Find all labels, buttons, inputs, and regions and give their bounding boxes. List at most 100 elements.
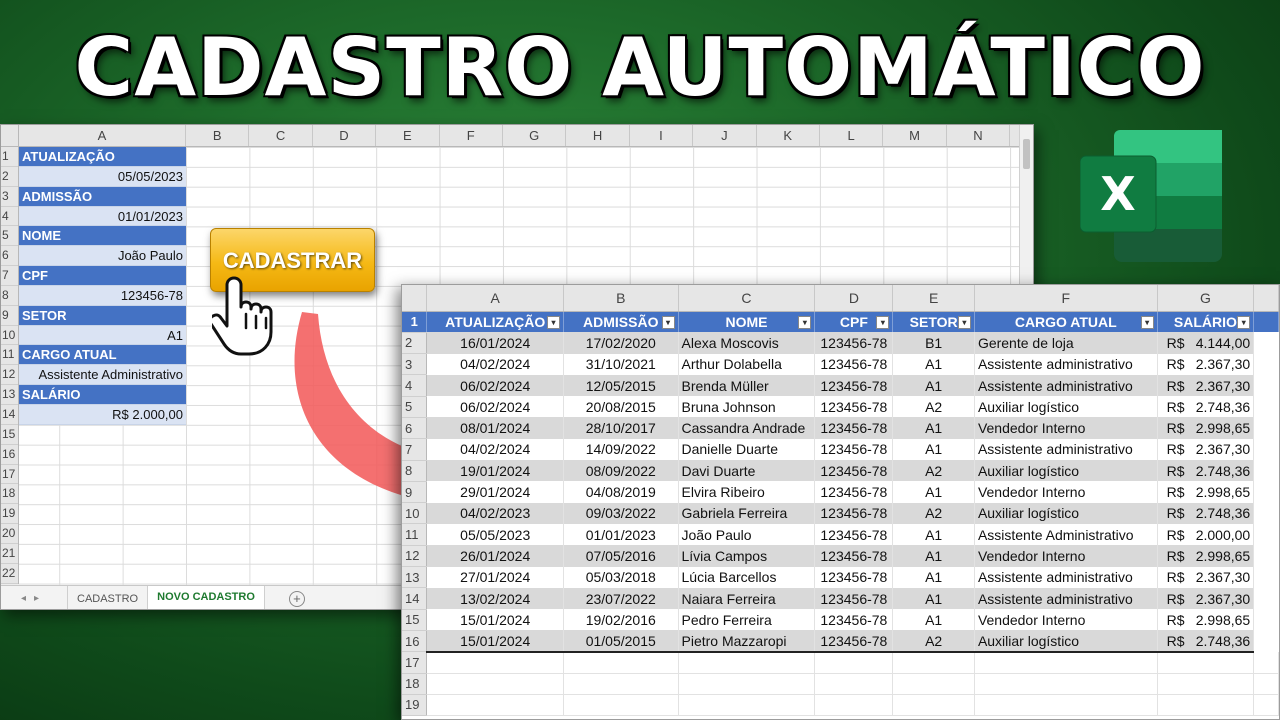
- table-cell[interactable]: Assistente administrativo: [974, 438, 1158, 461]
- table-cell[interactable]: Vendedor Interno: [974, 545, 1158, 567]
- table-cell[interactable]: 123456-78: [814, 566, 894, 588]
- row-header[interactable]: 17: [1, 465, 18, 485]
- table-cell[interactable]: R$ 2.998,65: [1157, 417, 1255, 439]
- table-cell[interactable]: Assistente administrativo: [974, 587, 1158, 610]
- table-cell[interactable]: Lívia Campos: [678, 545, 816, 567]
- empty-cell[interactable]: [814, 673, 894, 695]
- table-cell[interactable]: R$ 2.367,30: [1157, 374, 1255, 397]
- table-cell[interactable]: Assistente administrativo: [974, 374, 1158, 397]
- empty-cell[interactable]: [814, 651, 894, 674]
- row-header[interactable]: 21: [1, 544, 18, 564]
- table-cell[interactable]: R$ 2.748,36: [1157, 396, 1255, 418]
- column-header[interactable]: G: [503, 125, 567, 146]
- empty-cell[interactable]: [892, 673, 975, 695]
- table-cell[interactable]: 123456-78: [814, 609, 894, 631]
- column-header[interactable]: H: [566, 125, 630, 146]
- table-cell[interactable]: Danielle Duarte: [678, 438, 816, 461]
- table-cell[interactable]: R$ 2.000,00: [1157, 523, 1255, 546]
- row-header[interactable]: 16: [402, 630, 428, 653]
- table-cell[interactable]: 123456-78: [814, 545, 894, 567]
- empty-cell[interactable]: [892, 694, 975, 717]
- row-header[interactable]: 14: [402, 587, 428, 610]
- table-cell[interactable]: 29/01/2024: [426, 481, 564, 503]
- table-cell[interactable]: 05/05/2023: [426, 523, 564, 546]
- table-cell[interactable]: 123456-78: [814, 332, 894, 354]
- row-header[interactable]: 10: [402, 502, 428, 525]
- row-header[interactable]: 4: [402, 374, 428, 397]
- empty-cell[interactable]: [892, 651, 975, 674]
- filter-dropdown-icon[interactable]: ▾: [546, 315, 560, 329]
- empty-cell[interactable]: [426, 673, 564, 695]
- column-header[interactable]: J: [693, 125, 757, 146]
- filter-dropdown-icon[interactable]: ▾: [1140, 315, 1154, 329]
- row-header[interactable]: 1: [1, 147, 18, 167]
- table-cell[interactable]: 04/08/2019: [563, 481, 679, 503]
- table-cell[interactable]: Auxiliar logístico: [974, 396, 1158, 418]
- table-cell[interactable]: R$ 2.748,36: [1157, 502, 1255, 524]
- table-cell[interactable]: R$ 2.367,30: [1157, 438, 1255, 461]
- table-cell[interactable]: 27/01/2024: [426, 566, 564, 588]
- column-header[interactable]: B: [563, 285, 679, 312]
- row-header[interactable]: 22: [1, 564, 18, 584]
- row-header[interactable]: 7: [402, 438, 428, 461]
- empty-cell[interactable]: [1253, 694, 1279, 717]
- table-cell[interactable]: A2: [892, 460, 975, 482]
- column-header[interactable]: N: [947, 125, 1011, 146]
- table-cell[interactable]: 01/01/2023: [563, 523, 679, 546]
- row-header[interactable]: 7: [1, 266, 18, 286]
- table-cell[interactable]: R$ 2.998,65: [1157, 481, 1255, 503]
- add-sheet-icon[interactable]: +: [288, 590, 305, 607]
- table-cell[interactable]: Assistente administrativo: [974, 353, 1158, 375]
- row-header[interactable]: 8: [1, 286, 18, 306]
- row-header[interactable]: 5: [402, 396, 428, 418]
- empty-cell[interactable]: [678, 694, 816, 717]
- table-cell[interactable]: 123456-78: [814, 502, 894, 524]
- select-all-corner[interactable]: [402, 285, 428, 312]
- form-value-input[interactable]: João Paulo: [19, 246, 186, 267]
- row-header[interactable]: 13: [402, 566, 428, 589]
- table-cell[interactable]: Lúcia Barcellos: [678, 566, 816, 588]
- table-cell[interactable]: 17/02/2020: [563, 332, 679, 354]
- row-header[interactable]: 4: [1, 207, 18, 227]
- empty-cell[interactable]: [1253, 651, 1279, 674]
- table-cell[interactable]: Assistente Administrativo: [974, 523, 1158, 546]
- table-cell[interactable]: Vendedor Interno: [974, 417, 1158, 439]
- row-header[interactable]: 19: [402, 694, 428, 717]
- table-cell[interactable]: 123456-78: [814, 523, 894, 546]
- table-cell[interactable]: R$ 2.998,65: [1157, 609, 1255, 631]
- form-value-input[interactable]: R$ 2.000,00: [19, 404, 186, 425]
- column-header[interactable]: C: [678, 285, 816, 312]
- filter-dropdown-icon[interactable]: ▾: [876, 315, 890, 329]
- table-cell[interactable]: 04/02/2024: [426, 438, 564, 461]
- column-header[interactable]: E: [892, 285, 975, 312]
- filter-dropdown-icon[interactable]: ▾: [798, 315, 812, 329]
- table-cell[interactable]: 15/01/2024: [426, 609, 564, 631]
- table-cell[interactable]: A1: [892, 566, 975, 588]
- form-value-input[interactable]: 123456-78: [19, 285, 186, 306]
- table-cell[interactable]: 31/10/2021: [563, 353, 679, 375]
- table-cell[interactable]: 01/05/2015: [563, 630, 679, 653]
- table-cell[interactable]: 123456-78: [814, 438, 894, 461]
- table-cell[interactable]: 14/09/2022: [563, 438, 679, 461]
- table-cell[interactable]: 08/09/2022: [563, 460, 679, 482]
- table-cell[interactable]: Cassandra Andrade: [678, 417, 816, 439]
- row-header[interactable]: 17: [402, 651, 428, 674]
- table-cell[interactable]: 123456-78: [814, 374, 894, 397]
- table-cell[interactable]: 13/02/2024: [426, 587, 564, 610]
- empty-cell[interactable]: [974, 673, 1158, 695]
- table-cell[interactable]: A1: [892, 481, 975, 503]
- empty-cell[interactable]: [1157, 651, 1255, 674]
- column-header[interactable]: F: [440, 125, 503, 146]
- filter-dropdown-icon[interactable]: ▾: [1237, 315, 1251, 329]
- table-cell[interactable]: Vendedor Interno: [974, 609, 1158, 631]
- table-cell[interactable]: R$ 2.748,36: [1157, 630, 1255, 653]
- table-cell[interactable]: Assistente administrativo: [974, 566, 1158, 588]
- table-cell[interactable]: A1: [892, 587, 975, 610]
- row-header[interactable]: 12: [1, 365, 18, 386]
- row-header[interactable]: 14: [1, 405, 18, 425]
- table-cell[interactable]: 08/01/2024: [426, 417, 564, 439]
- row-header[interactable]: 18: [1, 484, 18, 505]
- table-cell[interactable]: Brenda Müller: [678, 374, 816, 397]
- table-cell[interactable]: A1: [892, 545, 975, 567]
- table-cell[interactable]: Auxiliar logístico: [974, 460, 1158, 482]
